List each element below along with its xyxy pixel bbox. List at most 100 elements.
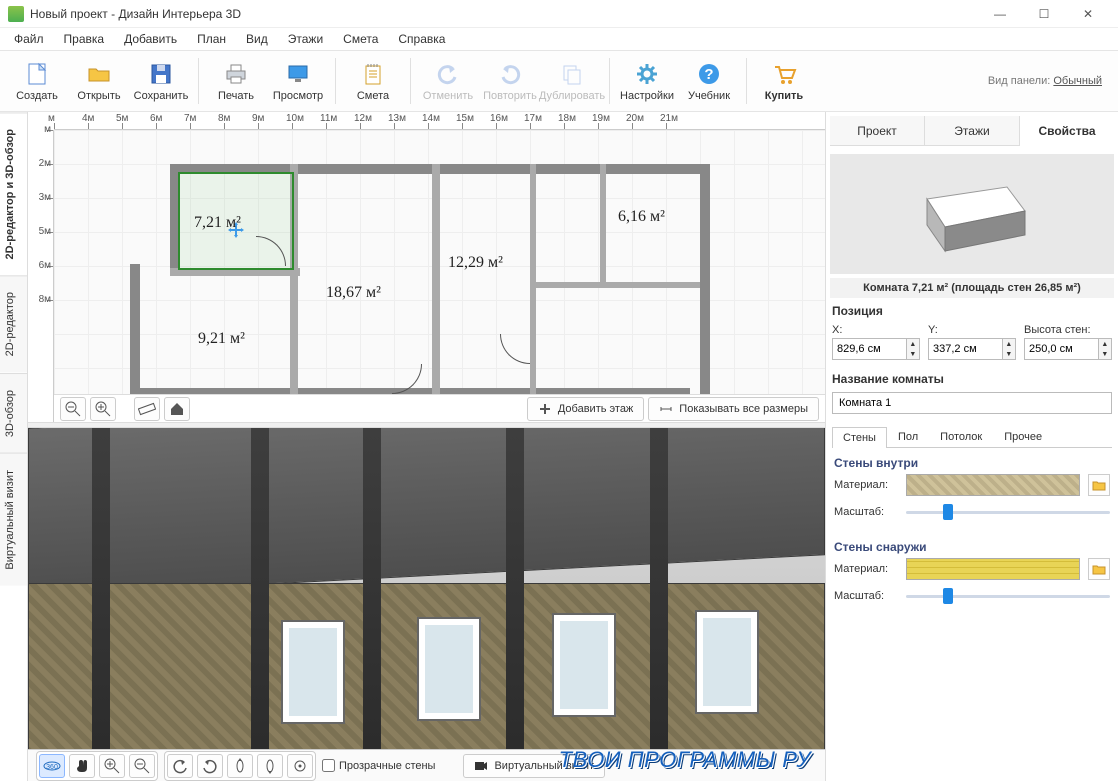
y-input[interactable] (928, 338, 1003, 360)
y-down[interactable]: ▼ (1003, 349, 1015, 359)
camera-icon (474, 760, 488, 772)
ruler-vertical: м2м3м5м6м8м (28, 130, 54, 422)
menu-view[interactable]: Вид (238, 30, 276, 48)
position-heading: Позиция (832, 304, 1112, 318)
transparent-walls-toggle[interactable]: Прозрачные стены (322, 759, 435, 772)
scale-out-slider[interactable] (906, 586, 1110, 606)
add-floor-button[interactable]: Добавить этаж (527, 397, 644, 421)
buy-button[interactable]: Купить (753, 52, 815, 110)
view-3d[interactable]: 360 Прозрачные стены Виртуальный визит Т… (28, 428, 825, 781)
folder-icon (1092, 563, 1106, 575)
x-input[interactable] (832, 338, 907, 360)
preview-button[interactable]: Просмотр (267, 52, 329, 110)
dimensions-icon (659, 402, 673, 416)
tilt-up-button[interactable] (227, 754, 253, 778)
zoom-in-icon (104, 758, 120, 774)
material-tabs: Стены Пол Потолок Прочее (832, 426, 1112, 448)
floorplan[interactable]: 7,21 м² 18,67 м² 12,29 м² 6,16 м² 9,21 м… (130, 164, 710, 398)
subtab-walls[interactable]: Стены (832, 427, 887, 448)
rotate-right-button[interactable] (197, 754, 223, 778)
room-label: 6,16 м² (618, 208, 665, 226)
target-icon (292, 758, 308, 774)
pan-button[interactable] (69, 754, 95, 778)
menu-estimate[interactable]: Смета (335, 30, 386, 48)
sidetab-2d3d[interactable]: 2D-редактор и 3D-обзор (0, 112, 27, 275)
ruler-icon (138, 402, 156, 416)
x-up[interactable]: ▲ (907, 339, 919, 349)
h-down[interactable]: ▼ (1099, 349, 1111, 359)
duplicate-button[interactable]: Дублировать (541, 52, 603, 110)
subtab-ceiling[interactable]: Потолок (929, 426, 993, 447)
settings-button[interactable]: Настройки (616, 52, 678, 110)
folder-open-icon (86, 61, 112, 87)
zoom-out-button[interactable] (60, 397, 86, 421)
zoom-out-icon (65, 401, 81, 417)
plus-floor-icon (538, 402, 552, 416)
print-button[interactable]: Печать (205, 52, 267, 110)
room-3d-icon (907, 169, 1037, 259)
save-button[interactable]: Сохранить (130, 52, 192, 110)
roomname-input[interactable] (832, 392, 1112, 414)
minimize-button[interactable]: — (978, 2, 1022, 26)
menu-help[interactable]: Справка (390, 30, 453, 48)
menu-floors[interactable]: Этажи (280, 30, 331, 48)
orbit-icon: 360 (42, 758, 62, 774)
close-button[interactable]: ✕ (1066, 2, 1110, 26)
menu-add[interactable]: Добавить (116, 30, 185, 48)
roomname-heading: Название комнаты (832, 372, 1112, 386)
reset-view-button[interactable] (287, 754, 313, 778)
plan-canvas[interactable]: 7,21 м² 18,67 м² 12,29 м² 6,16 м² 9,21 м… (54, 130, 825, 394)
sidetab-virtual[interactable]: Виртуальный визит (0, 453, 27, 586)
room-label: 12,29 м² (448, 254, 503, 272)
menu-plan[interactable]: План (189, 30, 234, 48)
zoom-in-button[interactable] (90, 397, 116, 421)
create-button[interactable]: Создать (6, 52, 68, 110)
menu-file[interactable]: Файл (6, 30, 52, 48)
scale-in-slider[interactable] (906, 502, 1110, 522)
open-button[interactable]: Открыть (68, 52, 130, 110)
material-out-browse[interactable] (1088, 558, 1110, 580)
zoom-out-3d-button[interactable] (129, 754, 155, 778)
position-section: Позиция X: ▲▼ Y: ▲▼ Высота стен: ▲▼ (832, 304, 1112, 360)
y-up[interactable]: ▲ (1003, 339, 1015, 349)
undo-button[interactable]: Отменить (417, 52, 479, 110)
orbit-button[interactable]: 360 (39, 754, 65, 778)
new-file-icon (24, 61, 50, 87)
maximize-button[interactable]: ☐ (1022, 2, 1066, 26)
ptab-project[interactable]: Проект (830, 116, 925, 145)
ptab-properties[interactable]: Свойства (1020, 117, 1114, 146)
x-down[interactable]: ▼ (907, 349, 919, 359)
zoom-in-3d-button[interactable] (99, 754, 125, 778)
sidetab-2d[interactable]: 2D-редактор (0, 275, 27, 372)
tutorial-button[interactable]: ?Учебник (678, 52, 740, 110)
tilt-down-button[interactable] (257, 754, 283, 778)
folder-icon (1092, 479, 1106, 491)
duplicate-icon (559, 61, 585, 87)
show-dimensions-button[interactable]: Показывать все размеры (648, 397, 819, 421)
x-label: X: (832, 324, 842, 336)
sidetab-3d[interactable]: 3D-обзор (0, 373, 27, 453)
h-up[interactable]: ▲ (1099, 339, 1111, 349)
door-icon (500, 334, 530, 364)
help-icon: ? (696, 61, 722, 87)
menu-edit[interactable]: Правка (56, 30, 113, 48)
ruler-horizontal: м4м5м6м7м8м9м10м11м12м13м14м15м16м17м18м… (54, 112, 825, 130)
toolbar: Создать Открыть Сохранить Печать Просмот… (0, 50, 1118, 112)
subtab-floor[interactable]: Пол (887, 426, 929, 447)
subtab-other[interactable]: Прочее (993, 426, 1053, 447)
plan-2d-view[interactable]: м4м5м6м7м8м9м10м11м12м13м14м15м16м17м18м… (28, 112, 825, 422)
material-in-swatch[interactable] (906, 474, 1080, 496)
height-input[interactable] (1024, 338, 1099, 360)
panel-mode-link[interactable]: Обычный (1053, 75, 1102, 87)
measure-button[interactable] (134, 397, 160, 421)
material-out-swatch[interactable] (906, 558, 1080, 580)
rotate-left-button[interactable] (167, 754, 193, 778)
redo-button[interactable]: Повторить (479, 52, 541, 110)
material-in-browse[interactable] (1088, 474, 1110, 496)
home-button[interactable] (164, 397, 190, 421)
transparent-checkbox[interactable] (322, 759, 335, 772)
ptab-floors[interactable]: Этажи (925, 116, 1020, 145)
plan-toolbar: Добавить этаж Показывать все размеры (54, 394, 825, 422)
estimate-button[interactable]: Смета (342, 52, 404, 110)
properties-panel: Проект Этажи Свойства Комната 7,21 м² (п… (826, 112, 1118, 781)
